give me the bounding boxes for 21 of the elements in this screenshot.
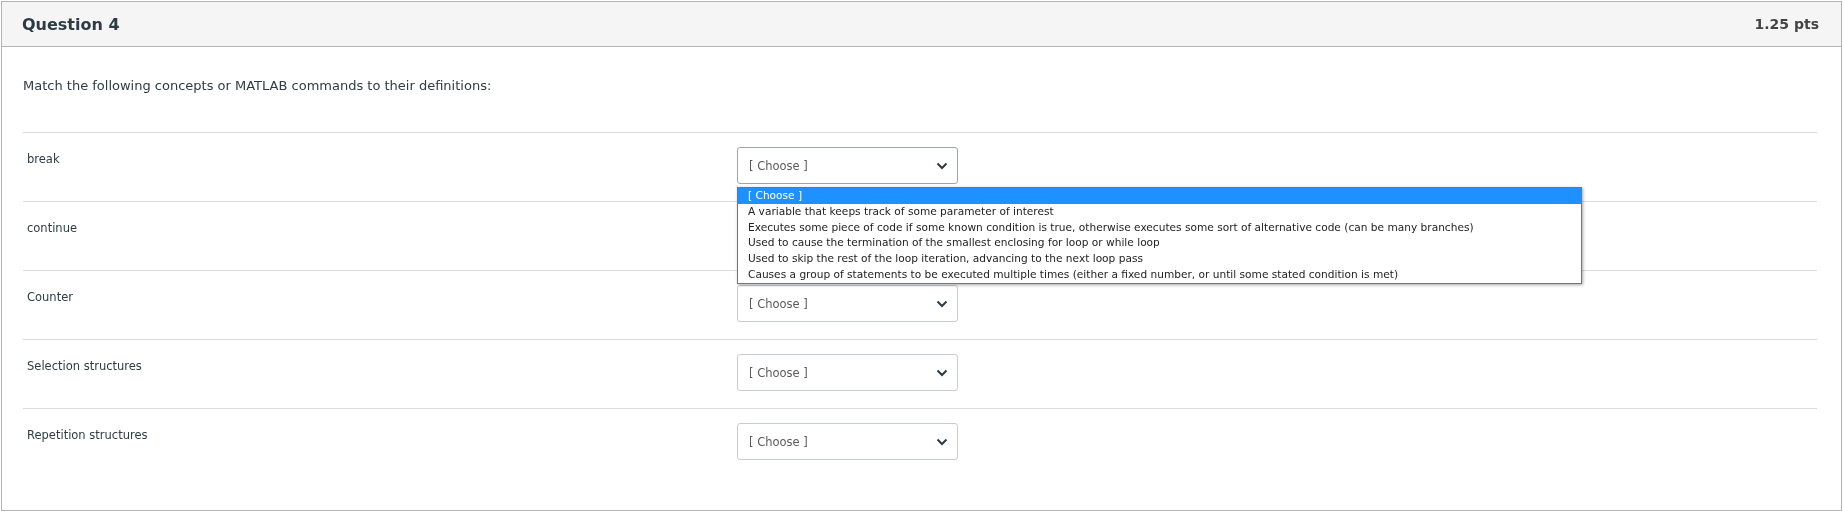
dropdown-option[interactable]: Used to cause the termination of the smallest enclosing for loop or while loop [738, 235, 1581, 252]
answer-dropdown[interactable]: [ Choose ] [737, 354, 958, 391]
answer-dropdown[interactable]: [ Choose ] [737, 423, 958, 460]
chevron-down-icon [936, 368, 948, 377]
answer-label: continue [26, 220, 78, 237]
answer-label: Repetition structures [26, 427, 149, 444]
chevron-down-icon [936, 299, 948, 308]
answer-label: break [26, 151, 61, 168]
question-title: Question 4 [22, 14, 120, 34]
chevron-down-icon [936, 437, 948, 446]
answer-label: Counter [26, 289, 74, 306]
question-prompt: Match the following concepts or MATLAB commands to their definitions: [23, 77, 493, 95]
answer-dropdown[interactable]: [ Choose ] [737, 147, 958, 184]
dropdown-option[interactable]: Executes some piece of code if some known condition is true, otherwise executes some sort of alternative code (can be many branches) [738, 219, 1581, 236]
answer-dropdown[interactable]: [ Choose ] [737, 285, 958, 322]
dropdown-option[interactable]: Used to skip the rest of the loop iteration, advancing to the next loop pass [738, 251, 1581, 267]
dropdown-option[interactable]: A variable that keeps track of some parameter of interest [738, 203, 1581, 220]
dropdown-option[interactable]: Causes a group of statements to be executed multiple times (either a fixed number, or until some stated condition is met) [738, 267, 1581, 283]
question-points: 1.25 pts [1754, 16, 1819, 32]
answer-label: Selection structures [26, 358, 143, 375]
chevron-down-icon [936, 161, 948, 170]
